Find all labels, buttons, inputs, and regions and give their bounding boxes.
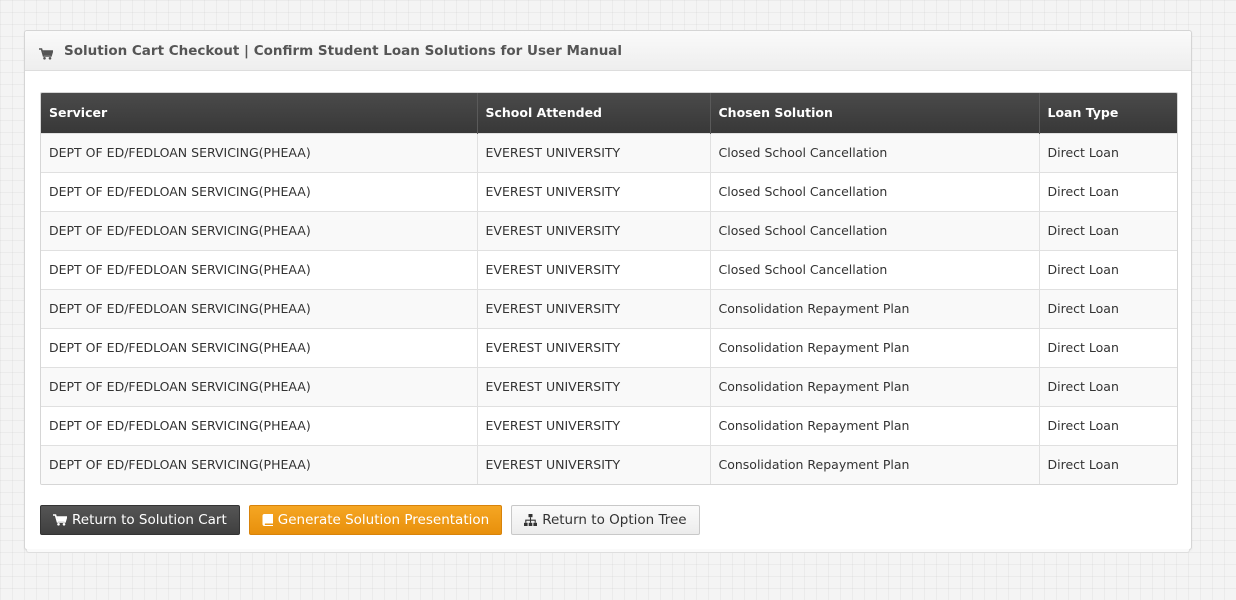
book-icon: [262, 514, 273, 526]
school-cell: EVEREST UNIVERSITY: [477, 366, 711, 406]
school-cell: EVEREST UNIVERSITY: [477, 132, 711, 172]
generate-solution-presentation-label: Generate Solution Presentation: [277, 512, 490, 528]
table-row: DEPT OF ED/FEDLOAN SERVICING(PHEAA) EVER…: [41, 210, 1177, 250]
solution-cell: Closed School Cancellation: [710, 249, 1040, 289]
servicer-cell: DEPT OF ED/FEDLOAN SERVICING(PHEAA): [41, 249, 478, 289]
servicer-cell: DEPT OF ED/FEDLOAN SERVICING(PHEAA): [41, 405, 478, 445]
panel-shadow-edge: [26, 549, 1190, 553]
school-cell: EVEREST UNIVERSITY: [477, 249, 711, 289]
loan-type-cell: Direct Loan: [1039, 405, 1177, 445]
return-to-option-tree-button[interactable]: Return to Option Tree: [511, 505, 700, 535]
table-header-row: Servicer School Attended Chosen Solution…: [41, 93, 1177, 133]
solution-cell: Closed School Cancellation: [710, 210, 1040, 250]
servicer-cell: DEPT OF ED/FEDLOAN SERVICING(PHEAA): [41, 210, 478, 250]
servicer-cell: DEPT OF ED/FEDLOAN SERVICING(PHEAA): [41, 444, 478, 484]
table-row: DEPT OF ED/FEDLOAN SERVICING(PHEAA) EVER…: [41, 366, 1177, 406]
loan-type-cell: Direct Loan: [1039, 132, 1177, 172]
loan-type-cell: Direct Loan: [1039, 444, 1177, 484]
school-cell: EVEREST UNIVERSITY: [477, 444, 711, 484]
loan-type-cell: Direct Loan: [1039, 210, 1177, 250]
column-header-servicer: Servicer: [41, 93, 478, 133]
loan-type-cell: Direct Loan: [1039, 249, 1177, 289]
table-row: DEPT OF ED/FEDLOAN SERVICING(PHEAA) EVER…: [41, 132, 1177, 172]
solution-cell: Closed School Cancellation: [710, 171, 1040, 211]
action-buttons: Return to Solution Cart Generate Solutio…: [40, 505, 700, 535]
loan-type-cell: Direct Loan: [1039, 366, 1177, 406]
panel-title: Solution Cart Checkout | Confirm Student…: [64, 42, 623, 59]
table-row: DEPT OF ED/FEDLOAN SERVICING(PHEAA) EVER…: [41, 249, 1177, 289]
loan-type-cell: Direct Loan: [1039, 171, 1177, 211]
servicer-cell: DEPT OF ED/FEDLOAN SERVICING(PHEAA): [41, 327, 478, 367]
column-header-chosen-solution: Chosen Solution: [710, 93, 1040, 133]
table-row: DEPT OF ED/FEDLOAN SERVICING(PHEAA) EVER…: [41, 171, 1177, 211]
loan-type-cell: Direct Loan: [1039, 288, 1177, 328]
loan-type-cell: Direct Loan: [1039, 327, 1177, 367]
solution-cell: Consolidation Repayment Plan: [710, 405, 1040, 445]
generate-solution-presentation-button[interactable]: Generate Solution Presentation: [248, 505, 503, 535]
table-row: DEPT OF ED/FEDLOAN SERVICING(PHEAA) EVER…: [41, 327, 1177, 367]
solutions-table: Servicer School Attended Chosen Solution…: [40, 92, 1178, 485]
cart-icon: [53, 514, 67, 526]
return-to-solution-cart-button[interactable]: Return to Solution Cart: [40, 505, 240, 535]
column-header-school-attended: School Attended: [477, 93, 711, 133]
sitemap-icon: [524, 514, 538, 526]
school-cell: EVEREST UNIVERSITY: [477, 327, 711, 367]
servicer-cell: DEPT OF ED/FEDLOAN SERVICING(PHEAA): [41, 171, 478, 211]
school-cell: EVEREST UNIVERSITY: [477, 210, 711, 250]
school-cell: EVEREST UNIVERSITY: [477, 171, 711, 211]
return-to-solution-cart-label: Return to Solution Cart: [72, 512, 227, 528]
table-row: DEPT OF ED/FEDLOAN SERVICING(PHEAA) EVER…: [41, 405, 1177, 445]
column-header-loan-type: Loan Type: [1039, 93, 1177, 133]
table-row: DEPT OF ED/FEDLOAN SERVICING(PHEAA) EVER…: [41, 444, 1177, 484]
servicer-cell: DEPT OF ED/FEDLOAN SERVICING(PHEAA): [41, 366, 478, 406]
solution-cell: Closed School Cancellation: [710, 132, 1040, 172]
return-to-option-tree-label: Return to Option Tree: [542, 512, 687, 528]
checkout-panel: Solution Cart Checkout | Confirm Student…: [24, 30, 1192, 550]
solution-cell: Consolidation Repayment Plan: [710, 327, 1040, 367]
solution-cell: Consolidation Repayment Plan: [710, 444, 1040, 484]
servicer-cell: DEPT OF ED/FEDLOAN SERVICING(PHEAA): [41, 288, 478, 328]
school-cell: EVEREST UNIVERSITY: [477, 405, 711, 445]
solution-cell: Consolidation Repayment Plan: [710, 366, 1040, 406]
servicer-cell: DEPT OF ED/FEDLOAN SERVICING(PHEAA): [41, 132, 478, 172]
panel-header: Solution Cart Checkout | Confirm Student…: [25, 31, 1191, 71]
cart-icon: [39, 45, 54, 60]
school-cell: EVEREST UNIVERSITY: [477, 288, 711, 328]
table-row: DEPT OF ED/FEDLOAN SERVICING(PHEAA) EVER…: [41, 288, 1177, 328]
solution-cell: Consolidation Repayment Plan: [710, 288, 1040, 328]
